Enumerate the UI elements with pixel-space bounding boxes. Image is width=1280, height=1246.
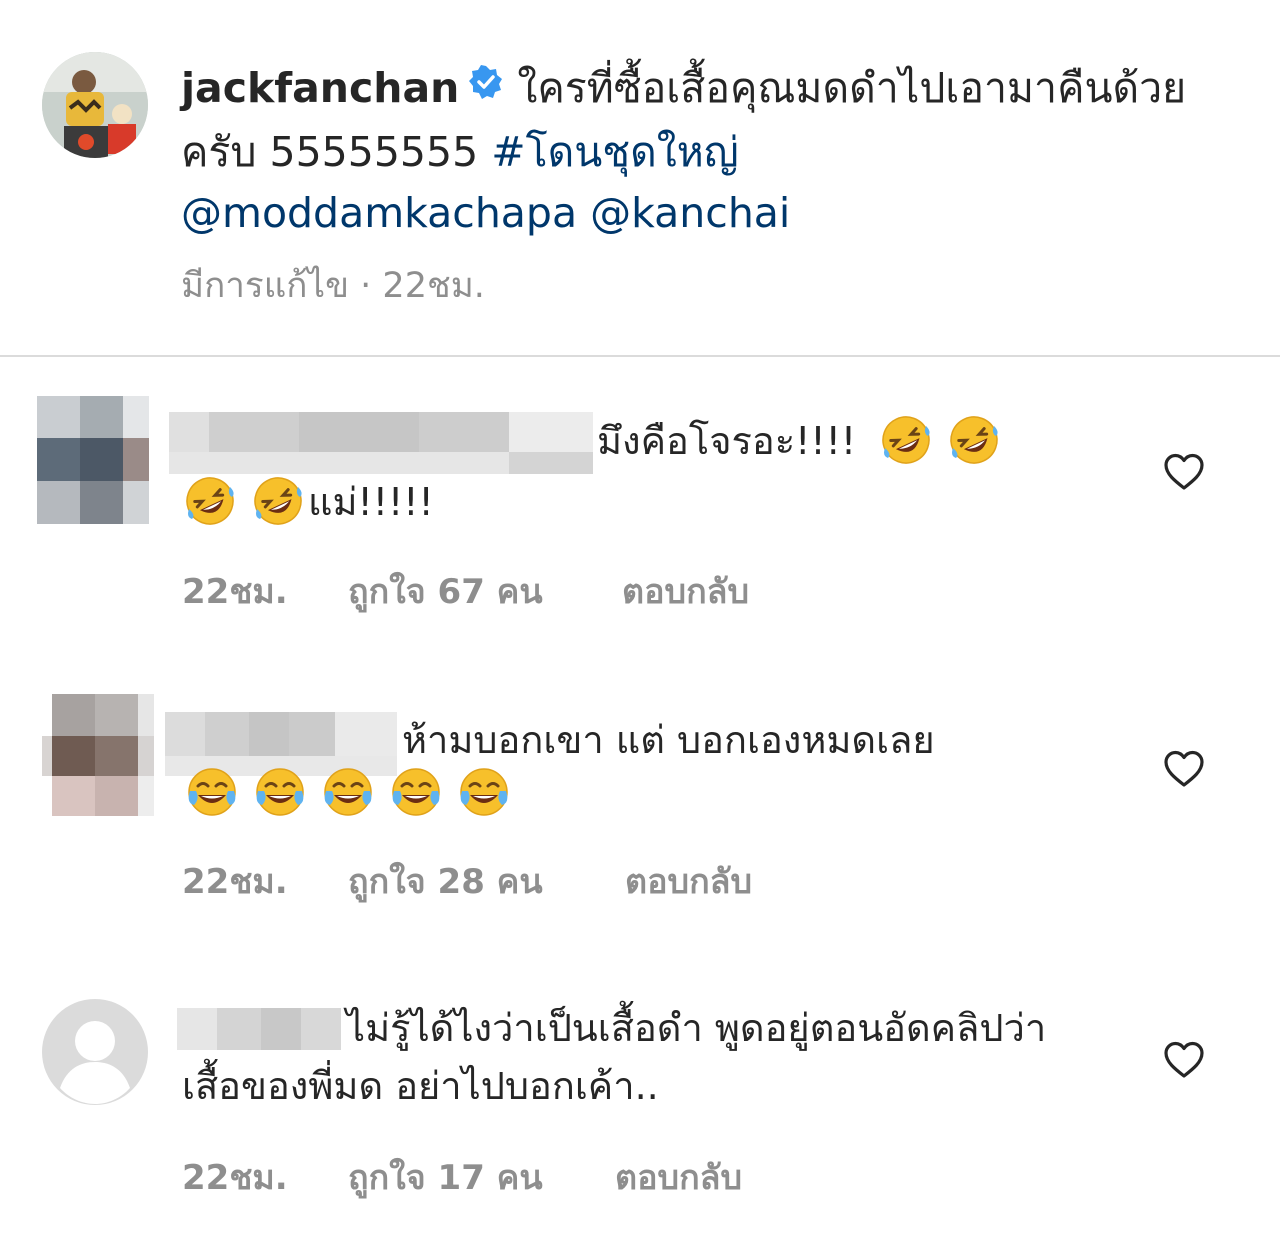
likes-count[interactable]: ถูกใจ 67 คน bbox=[348, 564, 543, 618]
comment-item: ไม่รู้ได้ไงว่าเป็นเสื้อดำ พูดอยู่ตอนอัดค… bbox=[0, 996, 1280, 1198]
mention-link-1[interactable]: @moddamkachapa bbox=[181, 189, 577, 237]
caption-text-block: jackfanchan ใครที่ซื้อเสื้อคุณมดดำไปเอามา… bbox=[181, 58, 1221, 244]
comment-time: 22ชม. bbox=[182, 1158, 288, 1198]
joy-emoji-icon bbox=[254, 767, 306, 819]
likes-count[interactable]: ถูกใจ 17 คน bbox=[348, 1150, 543, 1204]
comment-text-line-2: แม่!!!!! bbox=[184, 473, 784, 531]
blurred-avatar-icon bbox=[37, 396, 149, 524]
comment-text: มึงคือโจรอะ!!!! bbox=[597, 412, 1117, 470]
rofl-emoji-icon bbox=[184, 475, 236, 527]
reply-button[interactable]: ตอบกลับ bbox=[622, 564, 749, 618]
heart-icon[interactable] bbox=[1163, 1041, 1205, 1079]
reply-button[interactable]: ตอบกลับ bbox=[615, 1150, 742, 1204]
post-time: 22ชม. bbox=[382, 266, 485, 306]
blurred-avatar-icon bbox=[42, 694, 154, 816]
comment-text-part-1: มึงคือโจรอะ!!!! bbox=[597, 419, 857, 463]
post-caption: jackfanchan ใครที่ซื้อเสื้อคุณมดดำไปเอามา… bbox=[0, 0, 1280, 356]
caption-meta: มีการแก้ไข · 22ชม. bbox=[181, 258, 485, 313]
rofl-emoji-icon bbox=[252, 475, 304, 527]
comment-emoji-line bbox=[186, 765, 786, 823]
divider bbox=[0, 355, 1280, 357]
joy-emoji-icon bbox=[322, 767, 374, 819]
reply-button[interactable]: ตอบกลับ bbox=[625, 854, 752, 908]
joy-emoji-icon bbox=[390, 767, 442, 819]
comment-text: ห้ามบอกเขา แต่ บอกเองหมดเลย bbox=[402, 711, 1102, 769]
rofl-emoji-icon bbox=[880, 414, 932, 466]
comment-avatar[interactable] bbox=[42, 694, 154, 816]
meta-separator: · bbox=[360, 266, 372, 306]
edited-label: มีการแก้ไข bbox=[181, 266, 349, 306]
comment-text-part-1: ไม่รู้ได้ไงว่าเป็นเสื้อดำ พูดอยู่ตอนอัดค… bbox=[182, 1006, 1047, 1108]
mention-link-2[interactable]: @kanchai bbox=[590, 189, 790, 237]
default-avatar-icon bbox=[42, 999, 148, 1105]
comment-text-part-1: ห้ามบอกเขา แต่ บอกเองหมดเลย bbox=[402, 718, 935, 762]
verified-badge-icon bbox=[469, 55, 503, 116]
heart-icon[interactable] bbox=[1163, 750, 1205, 788]
comment-text-part-2: แม่!!!!! bbox=[308, 480, 434, 524]
joy-emoji-icon bbox=[458, 767, 510, 819]
author-avatar-photo bbox=[42, 52, 148, 158]
heart-icon[interactable] bbox=[1163, 453, 1205, 491]
comment-time: 22ชม. bbox=[182, 572, 288, 612]
author-avatar[interactable] bbox=[42, 52, 148, 158]
comment-avatar[interactable] bbox=[41, 998, 149, 1106]
blurred-username[interactable] bbox=[169, 412, 593, 474]
rofl-emoji-icon bbox=[948, 414, 1000, 466]
comment-time: 22ชม. bbox=[182, 862, 288, 902]
likes-count[interactable]: ถูกใจ 28 คน bbox=[348, 854, 543, 908]
hashtag-link[interactable]: #โดนชุดใหญ่ bbox=[491, 128, 738, 176]
author-username[interactable]: jackfanchan bbox=[181, 64, 459, 112]
comment-text: ไม่รู้ได้ไงว่าเป็นเสื้อดำ พูดอยู่ตอนอัดค… bbox=[182, 999, 1062, 1115]
comment-item: มึงคือโจรอะ!!!! แม่!!!!! 22ชม. ถูกใจ 67 … bbox=[0, 396, 1280, 612]
comment-avatar[interactable] bbox=[37, 396, 149, 524]
comment-item: ห้ามบอกเขา แต่ บอกเองหมดเลย 22ชม. ถูกใจ … bbox=[0, 694, 1280, 902]
joy-emoji-icon bbox=[186, 767, 238, 819]
